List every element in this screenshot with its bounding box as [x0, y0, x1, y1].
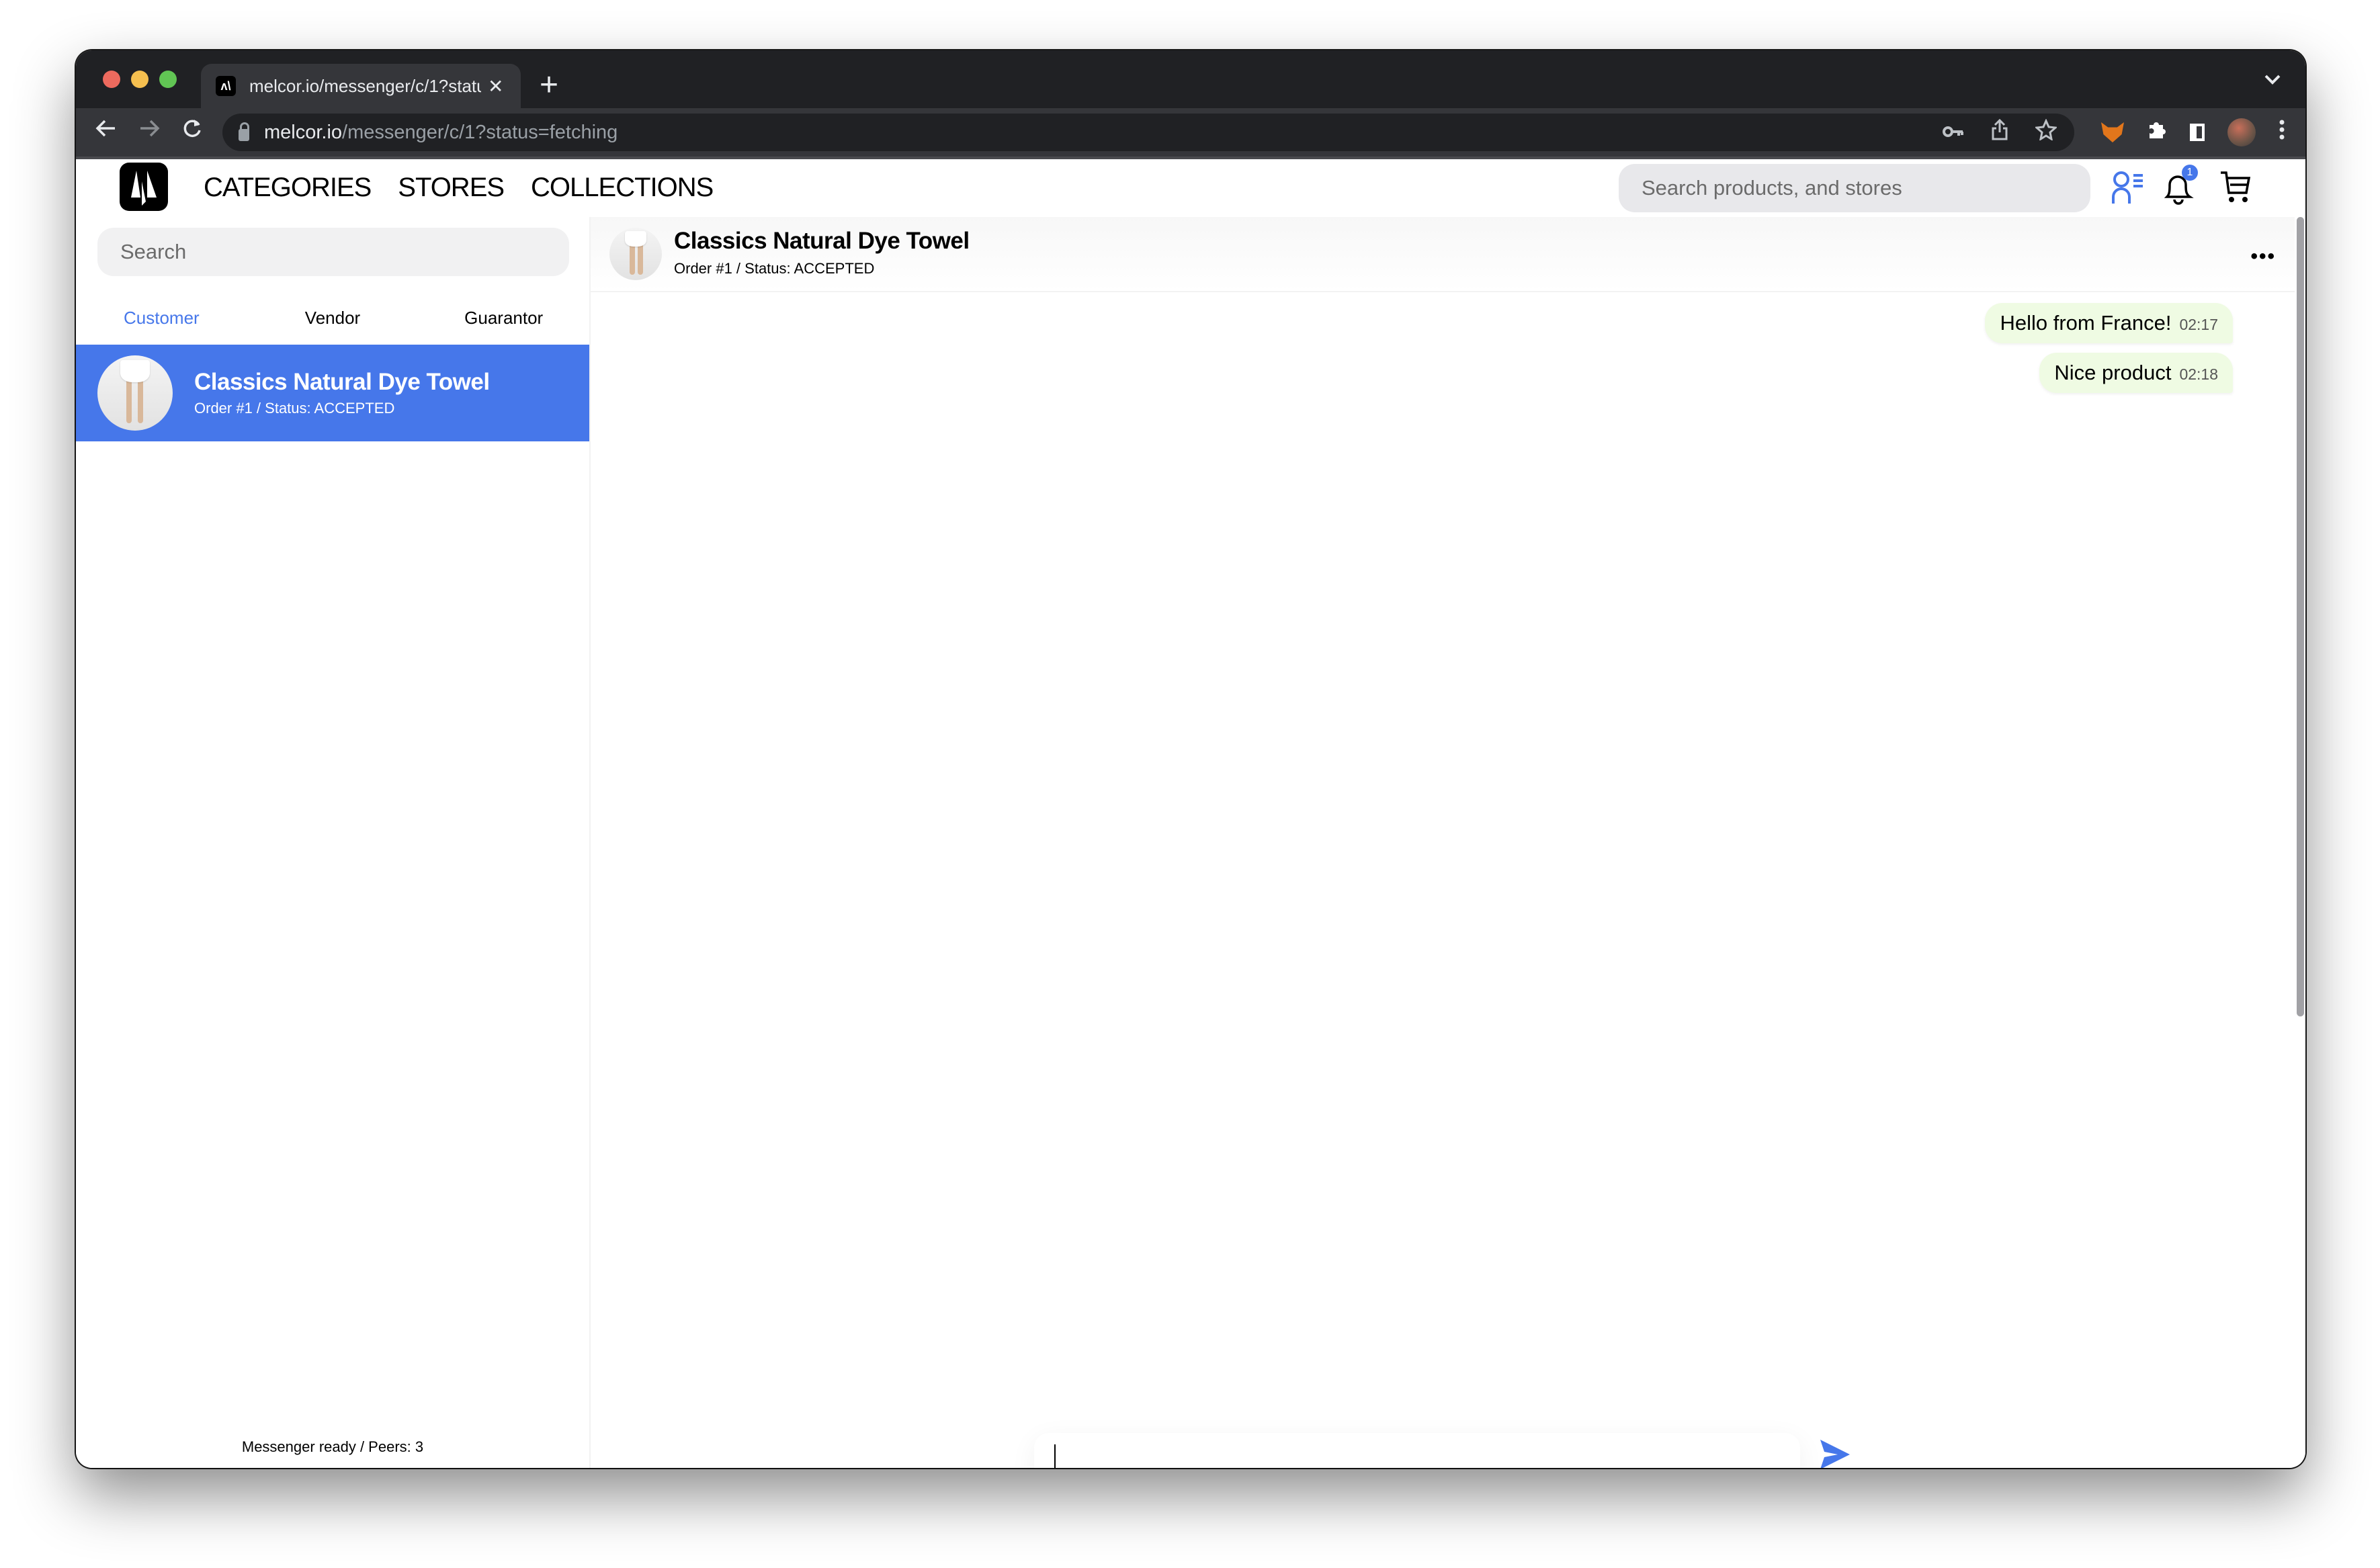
browser-toolbar: melcor.io/messenger/c/1?status=fetching [76, 108, 2305, 159]
chat-header: Classics Natural Dye Towel Order #1 / St… [591, 217, 2295, 292]
message-time: 02:18 [2179, 365, 2218, 383]
nav-stores[interactable]: STORES [398, 173, 505, 203]
notification-badge: 1 [2182, 165, 2198, 181]
message-bubble: Nice product 02:18 [2039, 353, 2233, 393]
conversation-title: Classics Natural Dye Towel [194, 369, 490, 395]
url-host: melcor.io [264, 121, 343, 143]
role-tabs: Customer Vendor Guarantor [76, 291, 589, 347]
tab-search-chevron-icon[interactable] [2264, 68, 2281, 91]
window-controls [103, 71, 177, 88]
new-tab-button[interactable]: + [540, 65, 558, 105]
chat-product-thumbnail [609, 228, 662, 280]
chat-panel: Classics Natural Dye Towel Order #1 / St… [591, 217, 2295, 1468]
message-time: 02:17 [2179, 316, 2218, 333]
melcor-logo-icon: ʌ\ [216, 76, 236, 96]
nav-categories[interactable]: CATEGORIES [204, 173, 372, 203]
url-path: /messenger/c/1?status=fetching [342, 121, 618, 143]
scrollbar-thumb[interactable] [2297, 217, 2304, 1016]
tab-customer[interactable]: Customer [76, 291, 247, 347]
conversation-item-selected[interactable]: Classics Natural Dye Towel Order #1 / St… [76, 345, 589, 441]
conversation-sidebar: Customer Vendor Guarantor Classics Natur… [76, 217, 591, 1468]
reload-button[interactable] [181, 115, 204, 148]
user-menu-icon[interactable] [2112, 170, 2144, 208]
cart-icon[interactable] [2219, 170, 2252, 208]
message-bubble: Hello from France! 02:17 [1985, 303, 2233, 343]
side-panel-icon[interactable] [2190, 124, 2205, 141]
page-scrollbar[interactable] [2295, 217, 2305, 1468]
forward-button[interactable] [138, 115, 161, 148]
send-button[interactable] [1818, 1437, 1853, 1468]
close-tab-icon[interactable]: ✕ [488, 75, 503, 97]
browser-menu-icon[interactable] [2279, 119, 2285, 146]
bookmark-star-icon[interactable] [2034, 118, 2058, 146]
notifications-bell-icon[interactable]: 1 [2163, 165, 2198, 208]
message-text: Nice product [2054, 361, 2172, 384]
extension-area [2101, 115, 2285, 150]
omnibox-actions [1943, 114, 2058, 151]
conversation-search-input[interactable] [119, 239, 552, 265]
conversation-subtitle: Order #1 / Status: ACCEPTED [194, 400, 395, 417]
address-bar[interactable]: melcor.io/messenger/c/1?status=fetching [222, 114, 2074, 151]
back-button[interactable] [95, 115, 118, 148]
tab-title: melcor.io/messenger/c/1?status=fetching [249, 75, 481, 96]
profile-avatar[interactable] [2227, 118, 2256, 146]
chat-subtitle: Order #1 / Status: ACCEPTED [674, 260, 875, 277]
site-logo[interactable] [120, 163, 168, 211]
key-icon[interactable] [1943, 121, 1964, 144]
nav-collections[interactable]: COLLECTIONS [531, 173, 714, 203]
extensions-puzzle-icon[interactable] [2147, 120, 2167, 145]
message-list: Hello from France! 02:17 Nice product 02… [1985, 303, 2233, 393]
site-search-input[interactable] [1640, 175, 2059, 201]
product-thumbnail [97, 355, 173, 431]
site-header: CATEGORIES STORES COLLECTIONS 1 [76, 159, 2305, 217]
tab-guarantor[interactable]: Guarantor [418, 291, 589, 345]
messenger-status: Messenger ready / Peers: 3 [241, 1438, 424, 1455]
minimize-window-button[interactable] [131, 71, 148, 88]
url-text[interactable]: melcor.io/messenger/c/1?status=fetching [264, 122, 618, 144]
share-icon[interactable] [1991, 118, 2008, 146]
message-text: Hello from France! [2000, 311, 2172, 335]
conversation-text: Classics Natural Dye Towel Order #1 / St… [194, 369, 490, 417]
maximize-window-button[interactable] [159, 71, 177, 88]
browser-tab-active[interactable]: ʌ\ melcor.io/messenger/c/1?status=fetchi… [201, 64, 521, 108]
browser-window: ʌ\ melcor.io/messenger/c/1?status=fetchi… [76, 50, 2305, 1468]
chat-title: Classics Natural Dye Towel [674, 228, 970, 254]
tab-strip: ʌ\ melcor.io/messenger/c/1?status=fetchi… [76, 50, 2305, 108]
close-window-button[interactable] [103, 71, 120, 88]
site-search-box [1619, 164, 2090, 212]
send-arrow-icon [1820, 1440, 1850, 1468]
metamask-fox-icon[interactable] [2101, 122, 2124, 142]
lock-icon [239, 122, 249, 141]
message-composer [1034, 1433, 1800, 1468]
text-caret [1054, 1444, 1056, 1468]
conversation-search-box [97, 228, 569, 276]
message-input[interactable] [1054, 1445, 1783, 1468]
main-nav: CATEGORIES STORES COLLECTIONS [204, 173, 714, 203]
tab-vendor[interactable]: Vendor [247, 291, 419, 345]
more-options-icon[interactable]: ••• [2250, 245, 2276, 268]
